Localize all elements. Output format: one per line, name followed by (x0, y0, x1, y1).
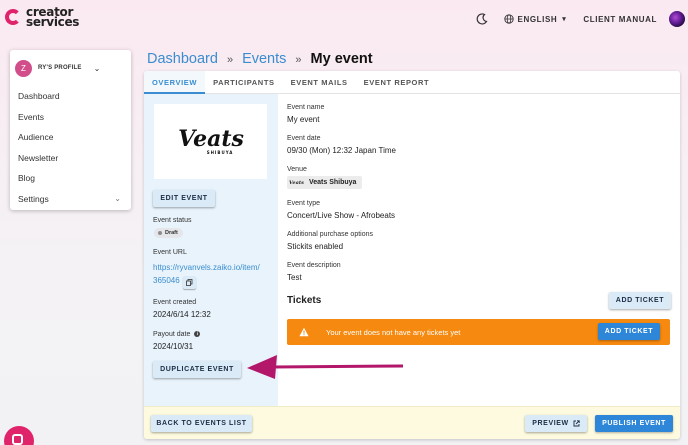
tab-overview[interactable]: OVERVIEW (144, 71, 206, 94)
sidebar-item-label: Settings (18, 193, 49, 204)
globe-icon (503, 14, 514, 24)
warning-add-ticket-button[interactable]: ADD TICKET (598, 323, 660, 340)
preview-button[interactable]: PREVIEW (525, 415, 587, 432)
event-url-link[interactable]: https://ryvanvels.zaiko.io/item/ 365046 (153, 261, 260, 287)
venue-label: Venue (287, 166, 307, 173)
veats-logo-subtext: SHIBUYA (206, 150, 233, 155)
sidebar: Z RY'S PROFILE ⌄ Dashboard Events Audien… (10, 50, 131, 210)
sidebar-item-events[interactable]: Events (10, 107, 131, 128)
user-avatar[interactable] (669, 11, 685, 27)
profile-avatar: Z (15, 59, 32, 77)
event-type-label: Event type (287, 200, 321, 207)
chevron-down-icon: ⌄ (93, 63, 101, 73)
info-icon[interactable]: i (194, 331, 201, 337)
creator-services-logo[interactable]: creator services (5, 6, 79, 28)
chat-widget-button[interactable] (4, 426, 34, 445)
add-ticket-button[interactable]: ADD TICKET (609, 292, 671, 309)
status-badge: Draft (154, 228, 183, 238)
event-created-label: Event created (153, 299, 197, 306)
event-status-label: Event status (153, 217, 192, 224)
top-bar: creator services ENGLISH ▾ CLIENT MANUAL (0, 0, 688, 38)
publish-event-button[interactable]: PUBLISH EVENT (595, 415, 673, 432)
event-description-label: Event description (287, 262, 341, 269)
page-title: My event (310, 51, 373, 67)
veats-logo-text: Veats (178, 126, 244, 152)
event-card: OVERVIEW PARTICIPANTS EVENT MAILS EVENT … (144, 71, 680, 439)
profile-name: RY'S PROFILE (38, 65, 82, 71)
warning-text: Your event does not have any tickets yet (326, 327, 461, 337)
no-tickets-warning: Your event does not have any tickets yet… (287, 319, 670, 345)
client-manual-link[interactable]: CLIENT MANUAL (583, 15, 657, 24)
venue-name: Veats Shibuya (308, 179, 357, 186)
logo-mark-icon (5, 6, 23, 28)
breadcrumb-dashboard[interactable]: Dashboard (147, 51, 218, 67)
annotation-arrow-icon (247, 355, 404, 379)
external-link-icon (573, 420, 580, 427)
back-to-events-button[interactable]: BACK TO EVENTS LIST (151, 415, 252, 432)
event-url-line1: https://ryvanvels.zaiko.io/item/ (153, 263, 260, 272)
event-type-value: Concert/Live Show - Afrobeats (287, 211, 396, 220)
profile-menu[interactable]: Z RY'S PROFILE ⌄ (10, 50, 131, 86)
chat-icon (12, 434, 23, 445)
event-created-value: 2024/6/14 12:32 (153, 310, 211, 319)
venue-logo: Veats (289, 179, 304, 186)
caret-down-icon: ▾ (562, 16, 567, 23)
edit-event-button[interactable]: EDIT EVENT (153, 190, 215, 207)
breadcrumb-events[interactable]: Events (242, 51, 286, 67)
action-footer: BACK TO EVENTS LIST PREVIEW PUBLISH EVEN… (144, 406, 680, 439)
status-dot (158, 231, 162, 235)
tab-event-mails[interactable]: EVENT MAILS (283, 71, 356, 94)
breadcrumb-separator: » (295, 54, 302, 66)
sidebar-item-audience[interactable]: Audience (10, 127, 131, 148)
event-name-value: My event (287, 115, 320, 124)
preview-label: PREVIEW (532, 420, 569, 427)
logo-text-line2: services (26, 15, 80, 29)
venue-chip: Veats Veats Shibuya (287, 176, 363, 189)
tickets-heading: Tickets (287, 295, 322, 306)
copy-icon (186, 279, 193, 286)
breadcrumb-separator: » (226, 54, 234, 66)
language-label: ENGLISH (517, 14, 558, 24)
sidebar-item-blog[interactable]: Blog (10, 168, 131, 189)
purchase-options-label: Additional purchase options (287, 231, 374, 238)
payout-date-text: Payout date (153, 331, 191, 338)
sidebar-item-settings[interactable]: Settings ⌄ (10, 189, 131, 210)
status-badge-text: Draft (165, 230, 178, 236)
language-selector[interactable]: ENGLISH ▾ (503, 14, 567, 24)
payout-date-value: 2024/10/31 (153, 342, 194, 351)
veats-logo: Veats SHIBUYA (178, 126, 244, 155)
copy-url-button[interactable] (183, 276, 196, 289)
moon-icon[interactable] (476, 13, 488, 25)
purchase-options-value: Stickits enabled (287, 242, 344, 251)
warning-icon (299, 327, 309, 337)
tab-event-report[interactable]: EVENT REPORT (356, 71, 438, 94)
event-date-value: 09/30 (Mon) 12:32 Japan Time (287, 146, 396, 155)
event-description-value: Test (287, 273, 302, 282)
duplicate-event-button[interactable]: DUPLICATE EVENT (153, 361, 241, 378)
event-date-label: Event date (287, 135, 321, 142)
sidebar-item-newsletter[interactable]: Newsletter (10, 148, 131, 169)
event-url-label: Event URL (153, 249, 187, 256)
breadcrumb: Dashboard » Events » My event (147, 51, 373, 67)
event-url-line2: 365046 (153, 276, 180, 285)
chevron-down-icon: ⌄ (114, 193, 121, 203)
top-right-controls: ENGLISH ▾ CLIENT MANUAL (476, 10, 688, 28)
payout-date-label: Payout date i (153, 331, 201, 338)
tab-participants[interactable]: PARTICIPANTS (205, 71, 283, 94)
sidebar-item-dashboard[interactable]: Dashboard (10, 86, 131, 107)
tab-bar: OVERVIEW PARTICIPANTS EVENT MAILS EVENT … (144, 71, 680, 94)
event-image: Veats SHIBUYA (154, 104, 267, 179)
event-name-label: Event name (287, 104, 325, 111)
